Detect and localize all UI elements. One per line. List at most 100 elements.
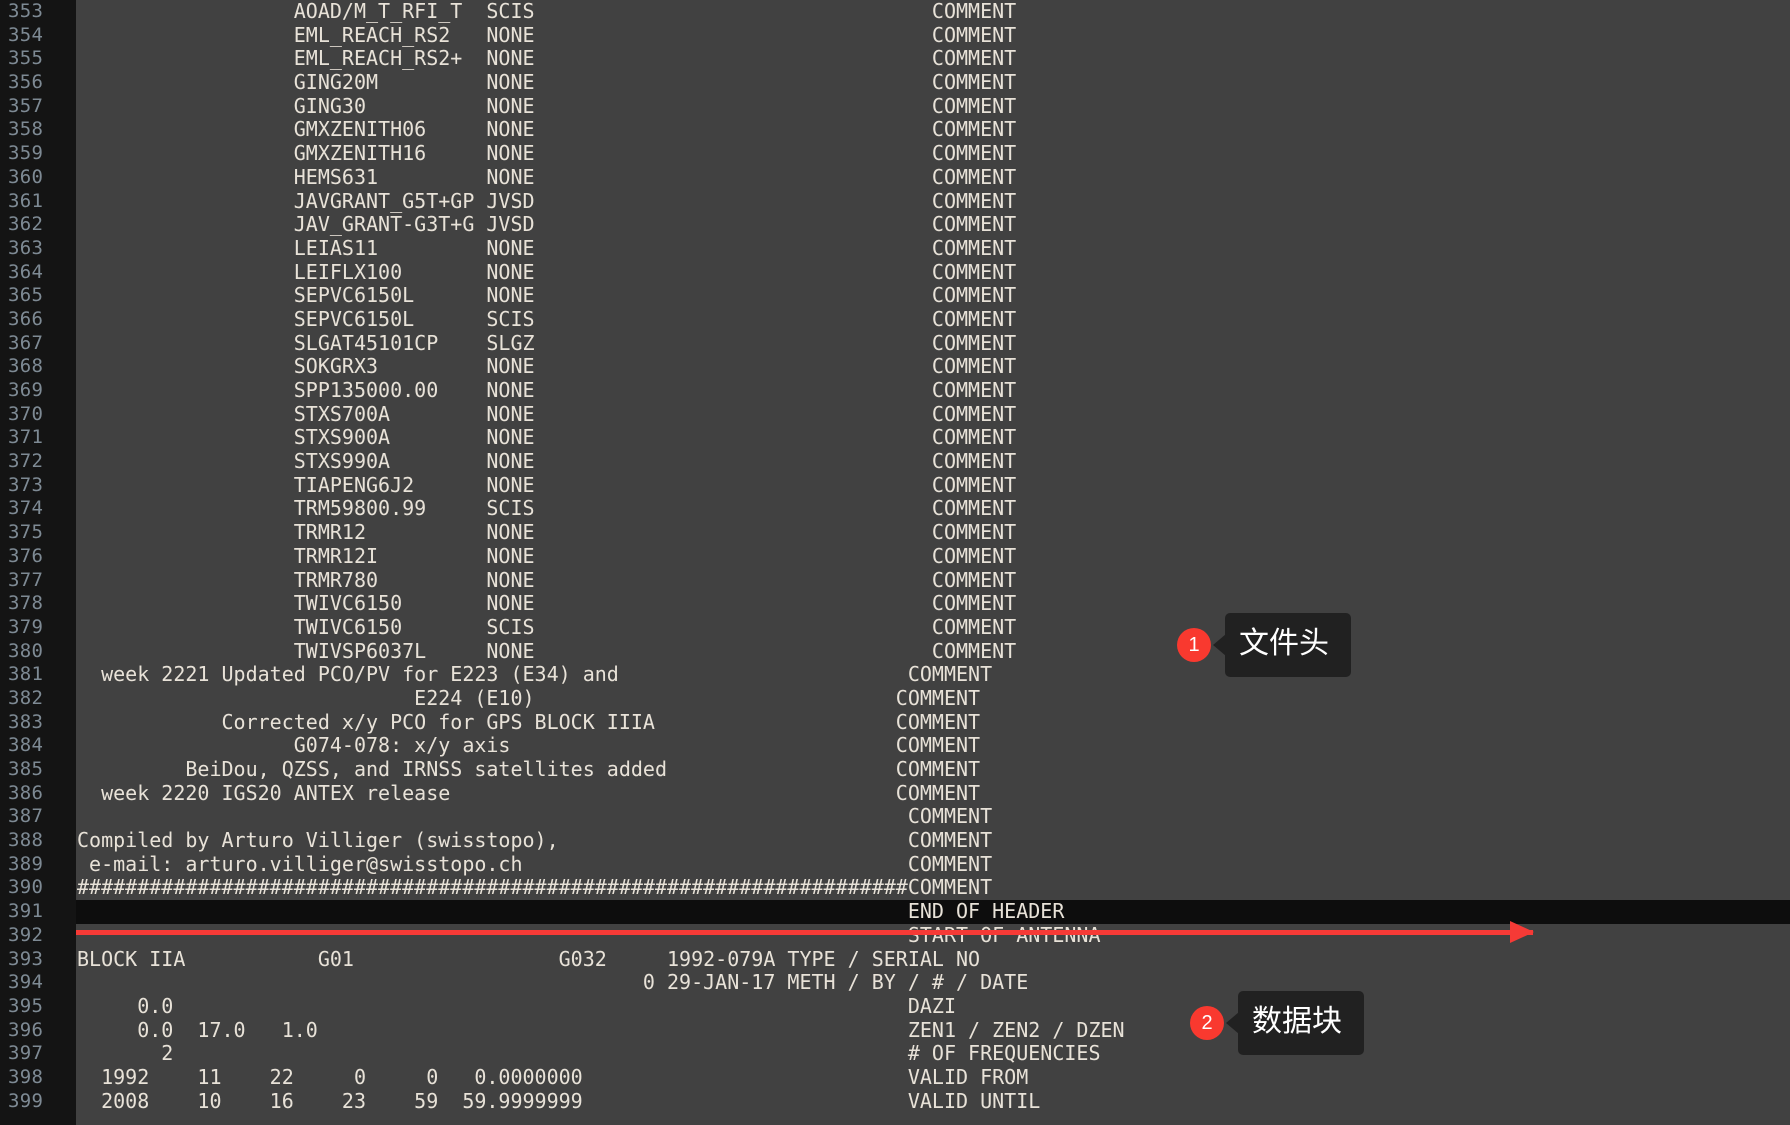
code-line[interactable]: STXS900A NONE COMMENT	[76, 426, 1790, 450]
line-number: 398	[8, 1065, 44, 1088]
line-number: 365	[8, 284, 44, 307]
line-number: 395	[8, 994, 44, 1017]
code-line[interactable]: STXS700A NONE COMMENT	[76, 401, 1790, 427]
line-number: 368	[8, 355, 44, 378]
code-line[interactable]: LEIFLX100 NONE COMMENT	[76, 259, 1790, 285]
code-line[interactable]: 2008 10 16 23 59 59.9999999 VALID UNTIL	[76, 1089, 1790, 1114]
line-number: 382	[8, 686, 44, 709]
callout-1-badge: 1	[1177, 628, 1211, 662]
code-line[interactable]: 0.0 DAZI	[76, 994, 1790, 1019]
callout-2-badge: 2	[1190, 1006, 1224, 1040]
code-line-text: LEIFLX100 NONE COMMENT	[77, 259, 1017, 284]
code-line[interactable]: week 2220 IGS20 ANTEX release COMMENT	[76, 780, 1790, 806]
code-line-text: TRM59800.99 SCIS COMMENT	[77, 496, 1017, 521]
code-line[interactable]: TRMR780 NONE COMMENT	[76, 567, 1790, 593]
code-content-area[interactable]: AOAD/M_T_RFI_T SCIS COMMENT EML_REACH_RS…	[76, 0, 1790, 1125]
code-line[interactable]: GING20M NONE COMMENT	[76, 70, 1790, 95]
code-line-text: 2 # OF FREQUENCIES	[77, 1041, 1101, 1066]
line-number: 353	[8, 0, 44, 22]
code-line[interactable]: GMXZENITH16 NONE COMMENT	[76, 141, 1790, 166]
text-editor[interactable]: 353 354 355 356 357 358 359 360 361 362 363 364 365 3…	[0, 0, 1790, 1125]
code-line[interactable]: SEPVC6150L SCIS COMMENT	[76, 307, 1790, 332]
code-line-text: 0 29-JAN-17 METH / BY / # / DATE	[77, 970, 1029, 995]
code-line[interactable]: TWIVC6150 NONE COMMENT	[76, 591, 1790, 616]
code-line-text: STXS990A NONE COMMENT	[77, 449, 1017, 474]
code-line-text: LEIAS11 NONE COMMENT	[77, 235, 1017, 260]
code-line-text: EML_REACH_RS2 NONE COMMENT	[77, 22, 1017, 47]
code-line[interactable]: STXS990A NONE COMMENT	[76, 449, 1790, 474]
code-line-text: TWIVC6150 SCIS COMMENT	[77, 614, 1017, 639]
code-line[interactable]: EML_REACH_RS2+ NONE COMMENT	[76, 47, 1790, 71]
line-number: 391	[8, 900, 44, 923]
line-number: 386	[8, 781, 44, 804]
code-line[interactable]: BeiDou, QZSS, and IRNSS satellites added…	[76, 757, 1790, 782]
line-number: 393	[8, 947, 44, 970]
callout-2: 2 数据块	[1190, 991, 1364, 1055]
code-line-text: BeiDou, QZSS, and IRNSS satellites added…	[77, 757, 981, 781]
code-line[interactable]: JAVGRANT_G5T+GP JVSD COMMENT	[76, 189, 1790, 214]
code-line[interactable]: SOKGRX3 NONE COMMENT	[76, 354, 1790, 379]
code-line-text: 1992 11 22 0 0 0.0000000 VALID FROM	[77, 1064, 1029, 1089]
line-number: 381	[8, 663, 44, 686]
code-line[interactable]: Corrected x/y PCO for GPS BLOCK IIIA COM…	[76, 710, 1790, 735]
code-line[interactable]: week 2221 Updated PCO/PV for E223 (E34) …	[76, 662, 1790, 687]
line-number: 374	[8, 497, 44, 520]
line-number: 362	[8, 213, 44, 236]
code-line[interactable]: TRMR12I NONE COMMENT	[76, 544, 1790, 569]
callout-2-label: 数据块	[1238, 991, 1364, 1055]
code-line-text: Compiled by Arturo Villiger (swisstopo),…	[77, 828, 993, 853]
code-line-text: E224 (E10) COMMENT	[77, 685, 981, 710]
code-line[interactable]: TWIVSP6037L NONE COMMENT	[76, 639, 1790, 664]
code-line[interactable]: 1992 11 22 0 0 0.0000000 VALID FROM	[76, 1064, 1790, 1090]
line-number: 358	[8, 118, 44, 141]
line-number: 357	[8, 94, 44, 117]
line-number: 380	[8, 639, 44, 662]
code-line[interactable]: TIAPENG6J2 NONE COMMENT	[76, 473, 1790, 498]
line-number: 369	[8, 379, 44, 401]
code-line[interactable]: e-mail: arturo.villiger@swisstopo.ch COM…	[76, 852, 1790, 877]
code-line[interactable]: JAV_GRANT-G3T+G JVSD COMMENT	[76, 212, 1790, 237]
code-line[interactable]: GMXZENITH06 NONE COMMENT	[76, 118, 1790, 142]
code-line[interactable]: G074-078: x/y axis COMMENT	[76, 733, 1790, 758]
code-line[interactable]: TWIVC6150 SCIS COMMENT	[76, 614, 1790, 640]
code-line-text: GMXZENITH16 NONE COMMENT	[77, 141, 1017, 166]
code-line[interactable]: AOAD/M_T_RFI_T SCIS COMMENT	[76, 0, 1790, 24]
code-line-text: GING20M NONE COMMENT	[77, 70, 1017, 95]
code-line-text: SPP135000.00 NONE COMMENT	[77, 378, 1017, 402]
line-number: 384	[8, 734, 44, 757]
code-line[interactable]: Compiled by Arturo Villiger (swisstopo),…	[76, 828, 1790, 853]
code-line[interactable]: E224 (E10) COMMENT	[76, 685, 1790, 711]
code-line-text: TRMR780 NONE COMMENT	[77, 567, 1017, 592]
line-number: 394	[8, 971, 44, 994]
line-number: 354	[8, 23, 44, 46]
code-line[interactable]: TRMR12 NONE COMMENT	[76, 520, 1790, 545]
code-line-text: week 2221 Updated PCO/PV for E223 (E34) …	[77, 662, 993, 687]
code-line[interactable]: HEMS631 NONE COMMENT	[76, 164, 1790, 190]
line-number: 387	[8, 805, 44, 828]
code-line[interactable]: LEIAS11 NONE COMMENT	[76, 235, 1790, 261]
code-line-text: week 2220 IGS20 ANTEX release COMMENT	[77, 780, 981, 805]
code-line[interactable]: GING30 NONE COMMENT	[76, 94, 1790, 119]
code-line-text: STXS900A NONE COMMENT	[77, 425, 1017, 450]
code-line-text: G074-078: x/y axis COMMENT	[77, 733, 981, 758]
code-line[interactable]: SEPVC6150L NONE COMMENT	[76, 283, 1790, 308]
code-line[interactable]: COMMENT	[76, 805, 1790, 829]
code-line[interactable]: ########################################…	[76, 876, 1790, 900]
code-line[interactable]: 0.0 17.0 1.0 ZEN1 / ZEN2 / DZEN	[76, 1018, 1790, 1043]
code-line[interactable]: 0 29-JAN-17 METH / BY / # / DATE	[76, 970, 1790, 995]
code-line-text: HEMS631 NONE COMMENT	[77, 164, 1017, 189]
code-line[interactable]: EML_REACH_RS2 NONE COMMENT	[76, 22, 1790, 48]
code-line-text: GMXZENITH06 NONE COMMENT	[77, 117, 1017, 142]
code-line-text: STXS700A NONE COMMENT	[77, 401, 1017, 426]
code-line[interactable]: 2 # OF FREQUENCIES	[76, 1041, 1790, 1066]
line-number: 388	[8, 829, 44, 852]
code-line[interactable]: BLOCK IIA G01 G032 1992-079A TYPE / SERI…	[76, 947, 1790, 972]
code-line[interactable]: TRM59800.99 SCIS COMMENT	[76, 497, 1790, 521]
line-number: 355	[8, 47, 44, 70]
code-line-text: JAV_GRANT-G3T+G JVSD COMMENT	[77, 212, 1017, 237]
code-line[interactable]: SPP135000.00 NONE COMMENT	[76, 378, 1790, 403]
line-number-gutter: 353 354 355 356 357 358 359 360 361 362 363 364 365 3…	[0, 0, 76, 1125]
code-line[interactable]: SLGAT45101CP SLGZ COMMENT	[76, 331, 1790, 356]
code-line-text: EML_REACH_RS2+ NONE COMMENT	[77, 46, 1017, 71]
line-number: 375	[8, 521, 44, 544]
